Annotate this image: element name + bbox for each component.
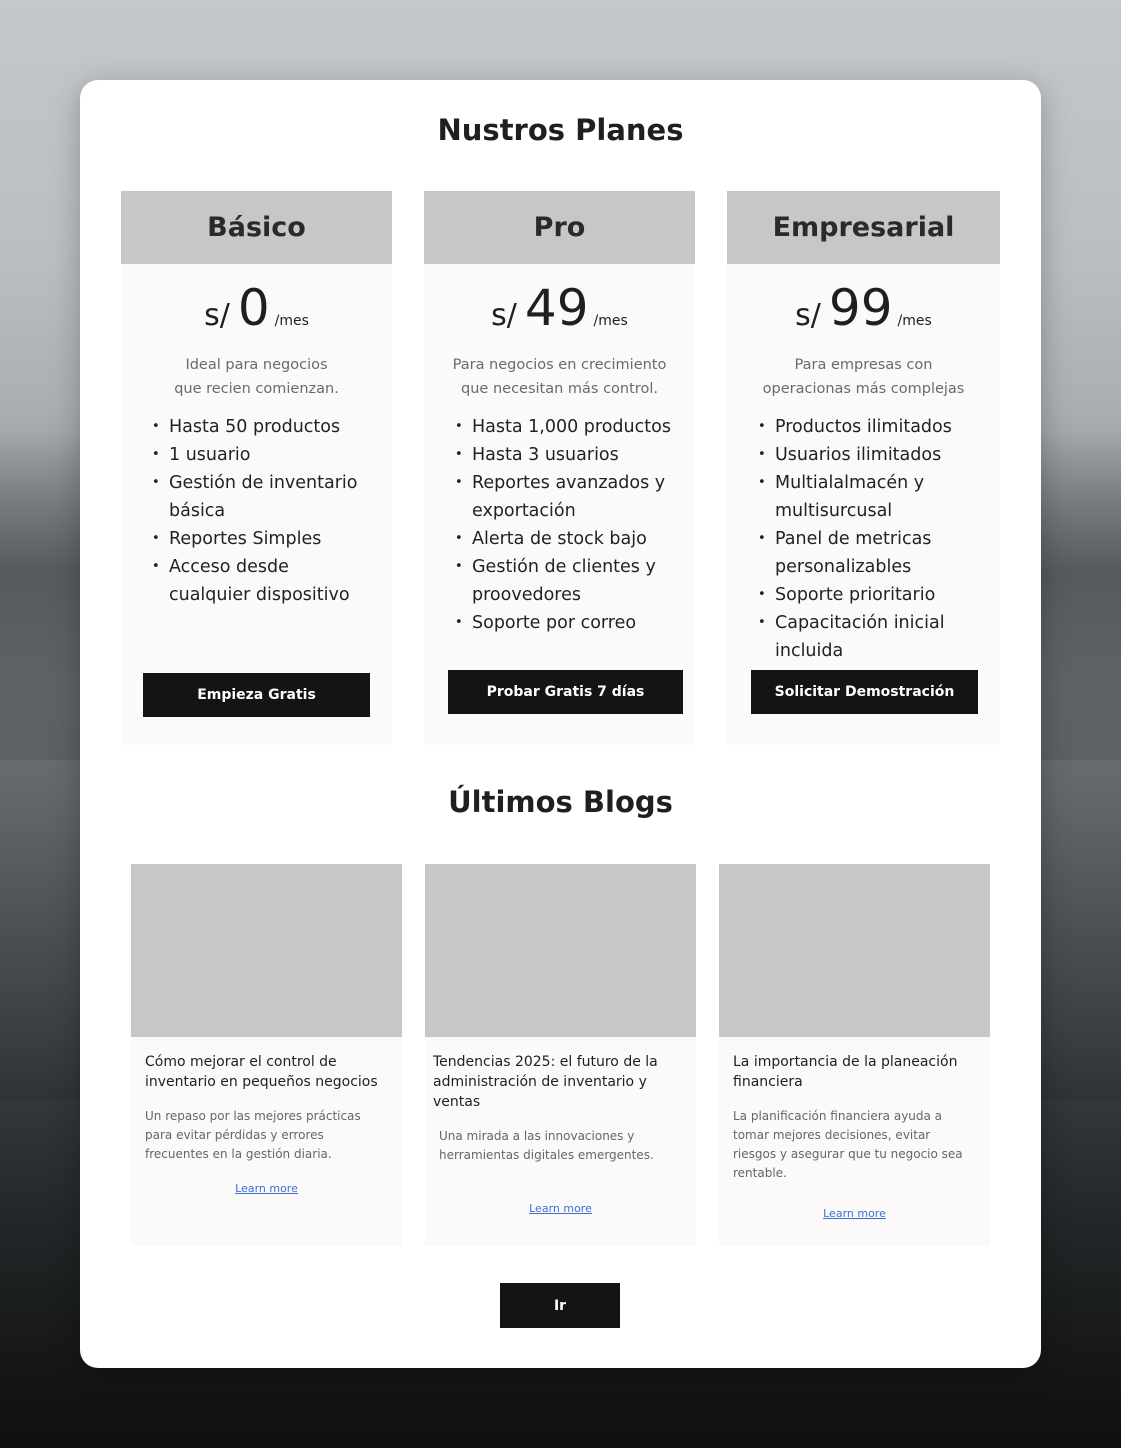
- feature-item: Reportes Simples: [152, 525, 374, 553]
- blog-title: Tendencias 2025: el futuro de la adminis…: [433, 1054, 658, 1110]
- learn-more-link[interactable]: Learn more: [131, 1182, 402, 1195]
- feature-item: Panel de metricas personalizables: [758, 525, 982, 581]
- price-amount: 99: [828, 279, 893, 337]
- price-amount: 0: [237, 279, 270, 337]
- price-period: /mes: [593, 313, 628, 329]
- feature-item: Gestión de inventario básica: [152, 469, 374, 525]
- price-currency: s/: [204, 298, 230, 333]
- feature-item: Productos ilimitados: [758, 413, 982, 441]
- free-trial-button[interactable]: Probar Gratis 7 días: [448, 670, 683, 714]
- feature-item: Gestión de clientes y proovedores: [455, 553, 677, 609]
- blog-card: Tendencias 2025: el futuro de la adminis…: [425, 864, 696, 1246]
- price-currency: s/: [795, 298, 821, 333]
- price-period: /mes: [274, 313, 309, 329]
- plan-card-empresarial: Empresarial s/ 99 /mes Para empresas con…: [727, 191, 1000, 745]
- plan-description-line: Ideal para negocios: [185, 357, 328, 373]
- plan-price: s/ 49 /mes: [424, 279, 695, 337]
- price-period: /mes: [897, 313, 932, 329]
- blog-card: Cómo mejorar el control de inventario en…: [131, 864, 402, 1246]
- plans-title: Nustros Planes: [437, 113, 684, 147]
- blog-excerpt: Una mirada a las innovaciones y herramie…: [439, 1129, 654, 1162]
- request-demo-button[interactable]: Solicitar Demostración: [751, 670, 978, 714]
- blog-excerpt: Un repaso por las mejores prácticas para…: [145, 1109, 361, 1161]
- learn-more-link[interactable]: Learn more: [425, 1202, 696, 1215]
- plan-description-line: operacionas más complejas: [762, 381, 965, 397]
- plan-description: Ideal para negocios que recien comienzan…: [121, 353, 392, 401]
- blog-card: La importancia de la planeación financie…: [719, 864, 990, 1246]
- plan-name: Pro: [424, 191, 695, 264]
- price-currency: s/: [491, 298, 517, 333]
- plan-price: s/ 0 /mes: [121, 279, 392, 337]
- feature-list: Hasta 1,000 productos Hasta 3 usuarios R…: [424, 413, 695, 637]
- blogs-title: Últimos Blogs: [448, 785, 673, 819]
- feature-item: Multialalmacén y multisurcusal: [758, 469, 982, 525]
- blog-title: La importancia de la planeación financie…: [733, 1054, 958, 1090]
- price-amount: 49: [524, 279, 589, 337]
- feature-list: Productos ilimitados Usuarios ilimitados…: [727, 413, 1000, 665]
- feature-item: Usuarios ilimitados: [758, 441, 982, 469]
- plan-description-line: Para empresas con: [794, 357, 933, 373]
- plan-description: Para empresas con operacionas más comple…: [727, 353, 1000, 401]
- plan-price: s/ 99 /mes: [727, 279, 1000, 337]
- feature-item: Capacitación inicial incluida: [758, 609, 982, 665]
- blog-image-placeholder: [131, 864, 402, 1037]
- feature-item: Hasta 3 usuarios: [455, 441, 677, 469]
- feature-item: Hasta 50 productos: [152, 413, 374, 441]
- plan-card-pro: Pro s/ 49 /mes Para negocios en crecimie…: [424, 191, 695, 745]
- feature-item: 1 usuario: [152, 441, 374, 469]
- plan-name: Básico: [121, 191, 392, 264]
- blog-image-placeholder: [425, 864, 696, 1037]
- plan-description-line: que necesitan más control.: [461, 381, 658, 397]
- learn-more-link[interactable]: Learn more: [719, 1207, 990, 1220]
- feature-item: Soporte por correo: [455, 609, 677, 637]
- plan-description: Para negocios en crecimiento que necesit…: [424, 353, 695, 401]
- feature-item: Soporte prioritario: [758, 581, 982, 609]
- feature-item: Alerta de stock bajo: [455, 525, 677, 553]
- plan-description-line: Para negocios en crecimiento: [452, 357, 667, 373]
- feature-item: Acceso desde cualquier dispositivo: [152, 553, 374, 609]
- start-free-button[interactable]: Empieza Gratis: [143, 673, 370, 717]
- blog-title: Cómo mejorar el control de inventario en…: [145, 1054, 378, 1090]
- feature-list: Hasta 50 productos 1 usuario Gestión de …: [121, 413, 392, 609]
- plan-description-line: que recien comienzan.: [174, 381, 339, 397]
- plan-card-basico: Básico s/ 0 /mes Ideal para negocios que…: [121, 191, 392, 745]
- blog-excerpt: La planificación financiera ayuda a toma…: [733, 1109, 963, 1180]
- feature-item: Reportes avanzados y exportación: [455, 469, 677, 525]
- content-card: Nustros Planes Básico s/ 0 /mes Ideal pa…: [80, 80, 1041, 1368]
- feature-item: Hasta 1,000 productos: [455, 413, 677, 441]
- plan-name: Empresarial: [727, 191, 1000, 264]
- blog-image-placeholder: [719, 864, 990, 1037]
- go-button[interactable]: Ir: [500, 1283, 620, 1328]
